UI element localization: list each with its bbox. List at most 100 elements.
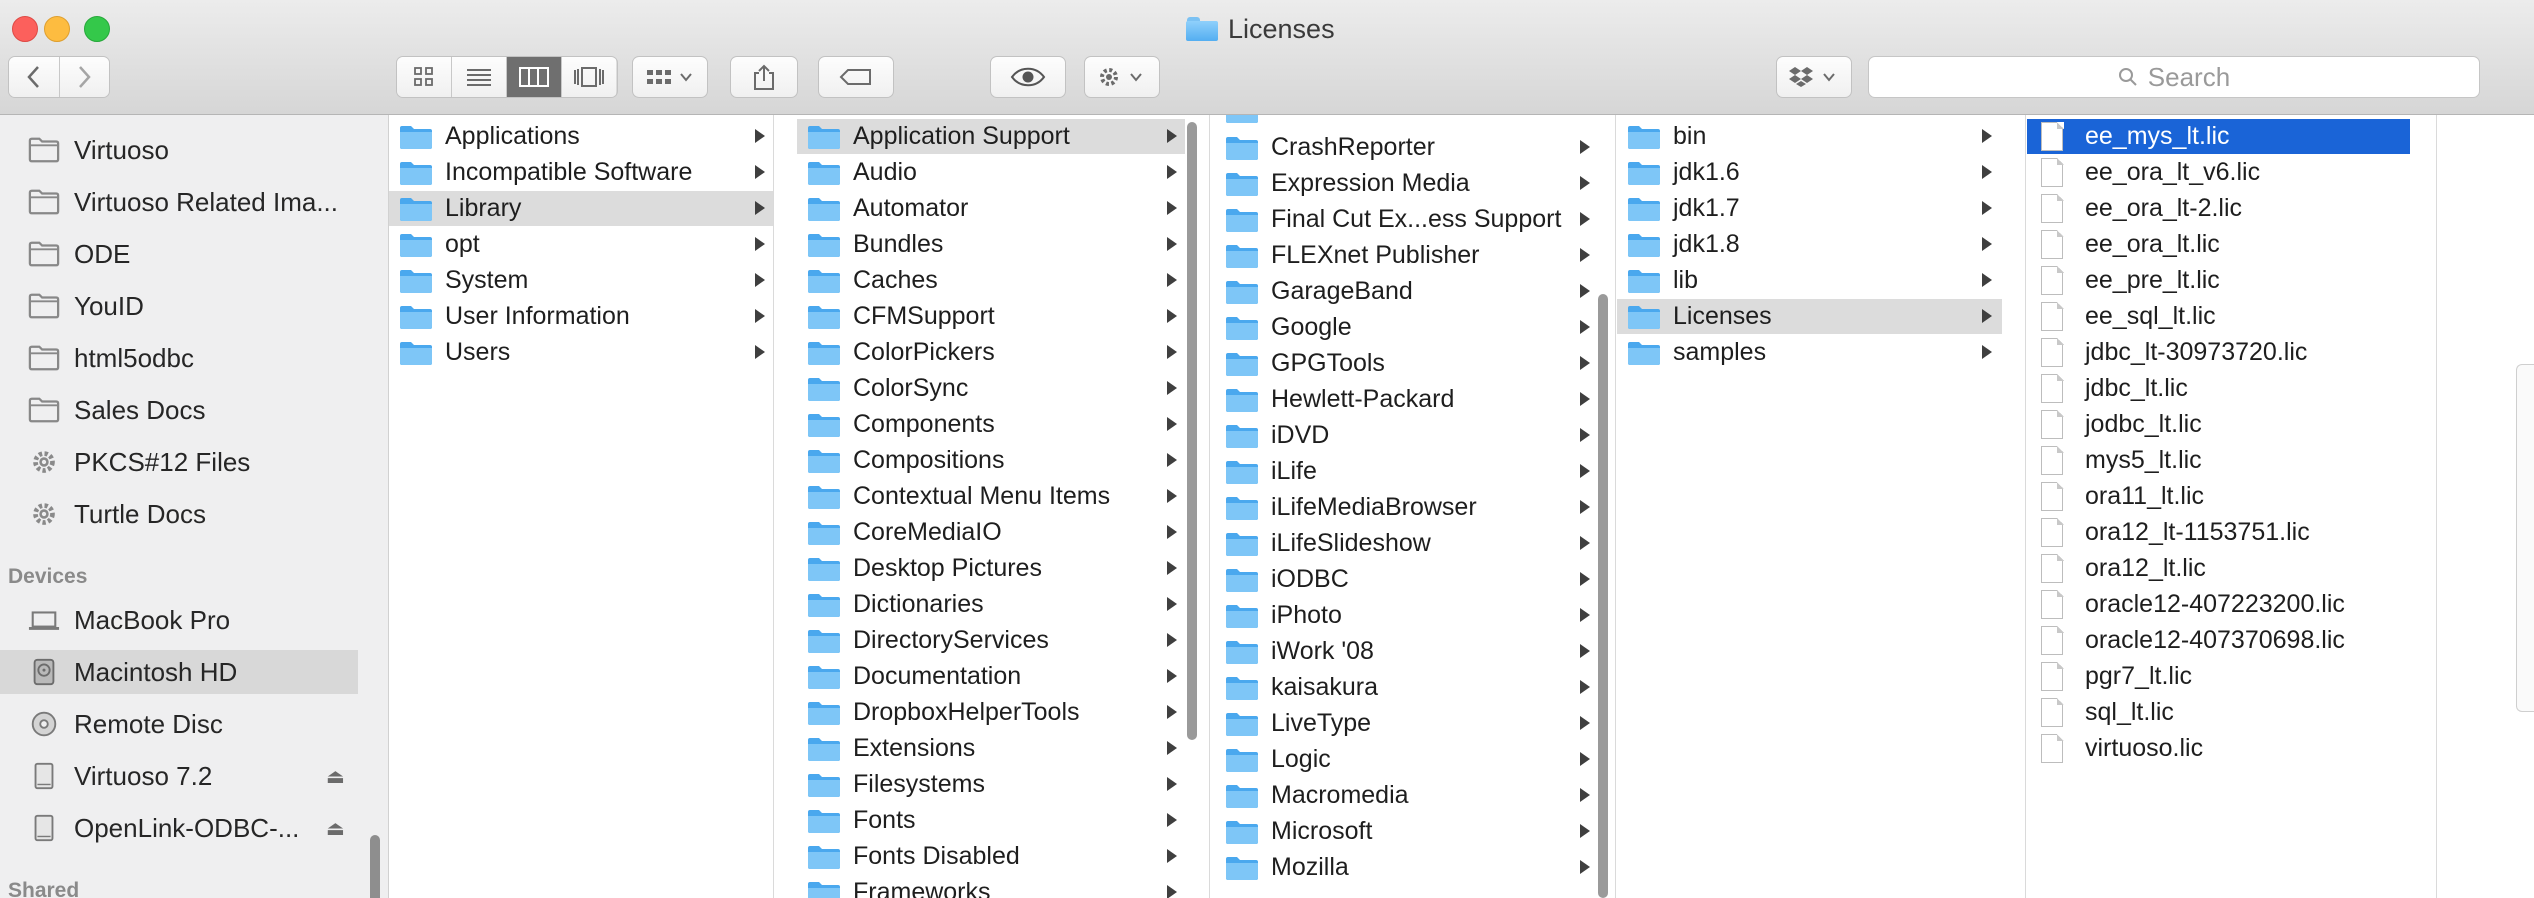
folder-item-ilifemediabrowser[interactable]: iLifeMediaBrowser (1215, 490, 1602, 525)
arrange-button[interactable] (632, 56, 708, 98)
folder-item-expression-media[interactable]: Expression Media (1215, 166, 1602, 201)
column-scrollbar[interactable] (1187, 122, 1197, 740)
folder-item-automator[interactable]: Automator (797, 191, 1185, 226)
folder-item-caches[interactable]: Caches (797, 263, 1185, 298)
folder-item-filesystems[interactable]: Filesystems (797, 767, 1185, 802)
file-item-sql-lt-lic[interactable]: sql_lt.lic (2027, 695, 2410, 730)
folder-item-fonts[interactable]: Fonts (797, 803, 1185, 838)
cover-flow-view-button[interactable] (562, 57, 616, 97)
folder-item-jdk1-6[interactable]: jdk1.6 (1617, 155, 2002, 190)
folder-item-livetype[interactable]: LiveType (1215, 706, 1602, 741)
folder-item-library[interactable]: Library (389, 191, 773, 226)
icon-view-button[interactable] (397, 57, 452, 97)
folder-item-hewlett-packard[interactable]: Hewlett-Packard (1215, 382, 1602, 417)
column-divider[interactable] (1615, 115, 1616, 898)
sidebar-item-virtuoso-related-ima[interactable]: Virtuoso Related Ima... (0, 180, 358, 224)
back-button[interactable] (9, 57, 60, 97)
sidebar-item-openlink-odbc[interactable]: OpenLink-ODBC-... ⏏ (0, 806, 358, 850)
folder-item-dictionaries[interactable]: Dictionaries (797, 587, 1185, 622)
folder-item-dropboxhelpertools[interactable]: DropboxHelperTools (797, 695, 1185, 730)
folder-item-frameworks[interactable]: Frameworks (797, 875, 1185, 898)
sidebar-item-macbook-pro[interactable]: MacBook Pro (0, 598, 358, 642)
folder-item-fonts-disabled[interactable]: Fonts Disabled (797, 839, 1185, 874)
file-item-ee-pre-lt-lic[interactable]: ee_pre_lt.lic (2027, 263, 2410, 298)
folder-item-crashreporter[interactable]: CrashReporter (1215, 130, 1602, 165)
sidebar-item-virtuoso-7-2[interactable]: Virtuoso 7.2 ⏏ (0, 754, 358, 798)
folder-item-final-cut-ex-ess-support[interactable]: Final Cut Ex...ess Support (1215, 202, 1602, 237)
column-scrollbar[interactable] (1598, 294, 1608, 898)
folder-item-jdk1-7[interactable]: jdk1.7 (1617, 191, 2002, 226)
sidebar-item-html5odbc[interactable]: html5odbc (0, 336, 358, 380)
file-item-ee-ora-lt-v6-lic[interactable]: ee_ora_lt_v6.lic (2027, 155, 2410, 190)
eject-icon[interactable]: ⏏ (326, 816, 345, 841)
sidebar-scrollbar[interactable] (370, 835, 380, 898)
folder-item-samples[interactable]: samples (1617, 335, 2002, 370)
edit-tags-button[interactable] (818, 56, 894, 98)
folder-item-coremediaio[interactable]: CoreMediaIO (797, 515, 1185, 550)
sidebar-item-turtle-docs[interactable]: Turtle Docs (0, 492, 358, 536)
folder-item-desktop-pictures[interactable]: Desktop Pictures (797, 551, 1185, 586)
folder-item-mozilla[interactable]: Mozilla (1215, 850, 1602, 885)
file-item-virtuoso-lic[interactable]: virtuoso.lic (2027, 731, 2410, 766)
folder-item-extensions[interactable]: Extensions (797, 731, 1185, 766)
folder-item-garageband[interactable]: GarageBand (1215, 274, 1602, 309)
sidebar-item-remote-disc[interactable]: Remote Disc (0, 702, 358, 746)
folder-item-jdk1-8[interactable]: jdk1.8 (1617, 227, 2002, 262)
folder-item-licenses[interactable]: Licenses (1617, 299, 2002, 334)
share-button[interactable] (730, 56, 798, 98)
folder-item-bin[interactable]: bin (1617, 119, 2002, 154)
file-item-ora12-lt-1153751-lic[interactable]: ora12_lt-1153751.lic (2027, 515, 2410, 550)
folder-item-audio[interactable]: Audio (797, 155, 1185, 190)
quick-look-button[interactable] (990, 56, 1066, 98)
folder-item-iodbc[interactable]: iODBC (1215, 562, 1602, 597)
folder-item-directoryservices[interactable]: DirectoryServices (797, 623, 1185, 658)
folder-item-macromedia[interactable]: Macromedia (1215, 778, 1602, 813)
folder-item-gpgtools[interactable]: GPGTools (1215, 346, 1602, 381)
folder-item-kaisakura[interactable]: kaisakura (1215, 670, 1602, 705)
sidebar-item-virtuoso[interactable]: Virtuoso (0, 128, 358, 172)
column-divider[interactable] (2025, 115, 2026, 898)
list-item-partial[interactable] (1215, 115, 1602, 128)
eject-icon[interactable]: ⏏ (326, 764, 345, 789)
folder-item-google[interactable]: Google (1215, 310, 1602, 345)
folder-item-colorpickers[interactable]: ColorPickers (797, 335, 1185, 370)
folder-item-ilifeslideshow[interactable]: iLifeSlideshow (1215, 526, 1602, 561)
forward-button[interactable] (59, 57, 109, 97)
file-item-ee-ora-lt-2-lic[interactable]: ee_ora_lt-2.lic (2027, 191, 2410, 226)
file-item-ora11-lt-lic[interactable]: ora11_lt.lic (2027, 479, 2410, 514)
file-item-ee-sql-lt-lic[interactable]: ee_sql_lt.lic (2027, 299, 2410, 334)
folder-item-cfmsupport[interactable]: CFMSupport (797, 299, 1185, 334)
folder-item-ilife[interactable]: iLife (1215, 454, 1602, 489)
folder-item-compositions[interactable]: Compositions (797, 443, 1185, 478)
column-divider[interactable] (773, 115, 774, 898)
folder-item-incompatible-software[interactable]: Incompatible Software (389, 155, 773, 190)
folder-item-users[interactable]: Users (389, 335, 773, 370)
folder-item-opt[interactable]: opt (389, 227, 773, 262)
file-item-ee-mys-lt-lic[interactable]: ee_mys_lt.lic (2027, 119, 2410, 154)
file-item-oracle12-407370698-lic[interactable]: oracle12-407370698.lic (2027, 623, 2410, 658)
list-view-button[interactable] (452, 57, 507, 97)
sidebar-item-sales-docs[interactable]: Sales Docs (0, 388, 358, 432)
folder-item-bundles[interactable]: Bundles (797, 227, 1185, 262)
file-item-oracle12-407223200-lic[interactable]: oracle12-407223200.lic (2027, 587, 2410, 622)
sidebar-item-youid[interactable]: YouID (0, 284, 358, 328)
folder-item-colorsync[interactable]: ColorSync (797, 371, 1185, 406)
file-item-pgr7-lt-lic[interactable]: pgr7_lt.lic (2027, 659, 2410, 694)
column-divider[interactable] (1209, 115, 1210, 898)
folder-item-microsoft[interactable]: Microsoft (1215, 814, 1602, 849)
search-field[interactable]: Search (1868, 56, 2480, 98)
close-window-button[interactable] (12, 16, 38, 42)
zoom-window-button[interactable] (84, 16, 110, 42)
folder-item-system[interactable]: System (389, 263, 773, 298)
folder-item-flexnet-publisher[interactable]: FLEXnet Publisher (1215, 238, 1602, 273)
column-view-button[interactable] (507, 57, 562, 97)
file-item-jdbc-lt-30973720-lic[interactable]: jdbc_lt-30973720.lic (2027, 335, 2410, 370)
folder-item-user-information[interactable]: User Information (389, 299, 773, 334)
sidebar-item-pkcs-12-files[interactable]: PKCS#12 Files (0, 440, 358, 484)
file-item-jodbc-lt-lic[interactable]: jodbc_lt.lic (2027, 407, 2410, 442)
file-item-ee-ora-lt-lic[interactable]: ee_ora_lt.lic (2027, 227, 2410, 262)
file-item-ora12-lt-lic[interactable]: ora12_lt.lic (2027, 551, 2410, 586)
folder-item-iwork-08[interactable]: iWork '08 (1215, 634, 1602, 669)
file-item-mys5-lt-lic[interactable]: mys5_lt.lic (2027, 443, 2410, 478)
folder-item-contextual-menu-items[interactable]: Contextual Menu Items (797, 479, 1185, 514)
